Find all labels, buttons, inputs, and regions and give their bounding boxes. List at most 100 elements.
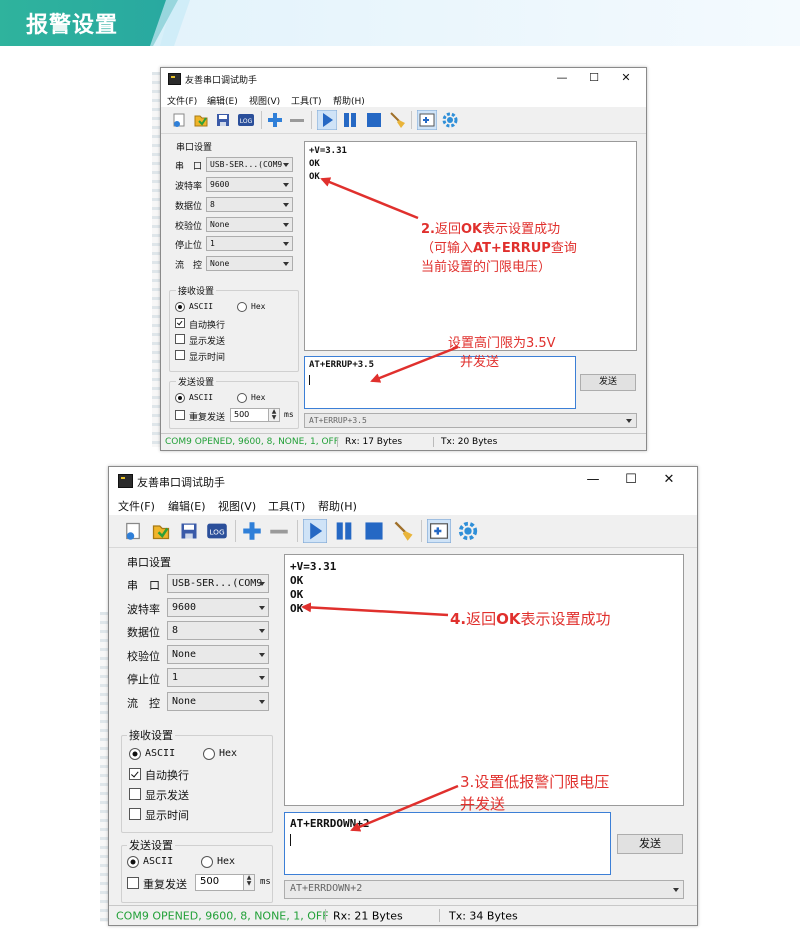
plus-icon[interactable]	[267, 112, 283, 128]
show-send-label: 显示发送	[145, 789, 189, 802]
stopbits-label: 停止位	[127, 673, 160, 686]
menu-file[interactable]: 文件(F)	[118, 498, 155, 514]
receive-line: OK	[309, 159, 320, 169]
log-icon[interactable]: LOG	[237, 111, 255, 129]
send-ascii-label: ASCII	[143, 856, 174, 867]
interval-input[interactable]: 500 ▲ ▼	[195, 874, 255, 891]
recv-ascii-label: ASCII	[145, 748, 176, 759]
annotation-step1-send: 并发送	[460, 355, 500, 370]
menu-tools[interactable]: 工具(T)	[291, 94, 322, 107]
send-hex-radio[interactable]	[237, 393, 247, 403]
menu-tools[interactable]: 工具(T)	[268, 498, 305, 514]
history-select[interactable]: AT+ERRUP+3.5	[304, 413, 637, 428]
baud-select[interactable]: 9600	[167, 598, 269, 617]
plus-icon[interactable]	[242, 521, 262, 541]
send-input[interactable]: AT+ERRUP+3.5	[304, 356, 576, 409]
close-button[interactable]: ✕	[611, 71, 641, 84]
auto-wrap-checkbox[interactable]	[175, 318, 185, 328]
minimize-button[interactable]: —	[575, 472, 611, 487]
send-hex-radio[interactable]	[201, 856, 213, 868]
annotation-step2: 2.返回OK表示设置成功	[421, 222, 561, 237]
open-file-icon[interactable]	[151, 521, 171, 541]
send-ascii-radio[interactable]	[127, 856, 139, 868]
maximize-button[interactable]: ☐	[579, 71, 609, 84]
maximize-button[interactable]: ☐	[613, 472, 649, 487]
send-ascii-radio[interactable]	[175, 393, 185, 403]
broom-icon[interactable]	[393, 520, 415, 542]
log-icon[interactable]: LOG	[206, 520, 228, 542]
auto-wrap-checkbox[interactable]	[129, 768, 141, 780]
show-send-checkbox[interactable]	[175, 334, 185, 344]
stopbits-select[interactable]: 1	[206, 236, 293, 251]
recv-hex-radio[interactable]	[237, 302, 247, 312]
pause-icon[interactable]	[333, 520, 355, 542]
send-button[interactable]: 发送	[580, 374, 636, 391]
app-icon	[118, 474, 133, 488]
pause-icon[interactable]	[341, 111, 359, 129]
gear-icon[interactable]	[441, 111, 459, 129]
repeat-send-checkbox[interactable]	[127, 877, 139, 889]
parity-select[interactable]: None	[167, 645, 269, 664]
save-icon[interactable]	[215, 112, 231, 128]
layout-icon[interactable]	[417, 110, 437, 130]
port-select[interactable]: USB-SER...(COM9	[167, 574, 269, 593]
status-separator	[439, 909, 440, 922]
show-send-label: 显示发送	[189, 337, 226, 347]
minus-icon[interactable]	[269, 521, 289, 541]
menu-view[interactable]: 视图(V)	[218, 498, 256, 514]
flow-select[interactable]: None	[206, 256, 293, 271]
toolbar-separator	[261, 111, 262, 129]
port-select[interactable]: USB-SER...(COM9	[206, 157, 293, 172]
parity-select[interactable]: None	[206, 217, 293, 232]
send-hex-label: Hex	[217, 856, 236, 867]
play-icon[interactable]	[317, 110, 337, 130]
menu-edit[interactable]: 编辑(E)	[207, 94, 238, 107]
send-input[interactable]: AT+ERRDOWN+2	[284, 812, 611, 875]
save-icon[interactable]	[179, 521, 199, 541]
stop-icon[interactable]	[365, 111, 383, 129]
menu-view[interactable]: 视图(V)	[249, 94, 280, 107]
menu-edit[interactable]: 编辑(E)	[168, 498, 206, 514]
send-text: AT+ERRDOWN+2	[290, 817, 370, 830]
auto-wrap-label: 自动换行	[189, 321, 226, 331]
broom-icon[interactable]	[389, 111, 407, 129]
spin-arrows-icon[interactable]: ▲ ▼	[268, 409, 279, 421]
databits-select[interactable]: 8	[206, 197, 293, 212]
new-file-icon[interactable]	[171, 112, 187, 128]
minus-icon[interactable]	[289, 112, 305, 128]
recv-ascii-radio[interactable]	[129, 748, 141, 760]
serial-settings-title: 串口设置	[176, 143, 213, 153]
stopbits-select[interactable]: 1	[167, 668, 269, 687]
layout-icon[interactable]	[427, 519, 451, 543]
baud-select[interactable]: 9600	[206, 177, 293, 192]
close-button[interactable]: ✕	[651, 472, 687, 487]
minimize-button[interactable]: —	[547, 71, 577, 84]
history-select[interactable]: AT+ERRDOWN+2	[284, 880, 684, 899]
toolbar: LOG	[109, 515, 697, 548]
repeat-send-checkbox[interactable]	[175, 410, 185, 420]
gear-icon[interactable]	[457, 520, 479, 542]
interval-input[interactable]: 500 ▲ ▼	[230, 408, 280, 422]
menu-help[interactable]: 帮助(H)	[318, 498, 357, 514]
play-icon[interactable]	[303, 519, 327, 543]
databits-select[interactable]: 8	[167, 621, 269, 640]
menu-help[interactable]: 帮助(H)	[333, 94, 365, 107]
show-time-checkbox[interactable]	[175, 350, 185, 360]
new-file-icon[interactable]	[123, 521, 143, 541]
show-time-checkbox[interactable]	[129, 808, 141, 820]
annotation-step2-hint2: 当前设置的门限电压）	[421, 260, 552, 275]
databits-label: 数据位	[127, 626, 160, 639]
open-file-icon[interactable]	[193, 112, 209, 128]
send-settings-title: 发送设置	[176, 375, 217, 388]
recv-ascii-radio[interactable]	[175, 302, 185, 312]
flow-select[interactable]: None	[167, 692, 269, 711]
recv-hex-radio[interactable]	[203, 748, 215, 760]
stop-icon[interactable]	[363, 520, 385, 542]
show-send-checkbox[interactable]	[129, 788, 141, 800]
spin-arrows-icon[interactable]: ▲ ▼	[243, 875, 254, 890]
receive-area[interactable]: +V=3.31 OK OK OK	[284, 554, 684, 806]
send-button[interactable]: 发送	[617, 834, 683, 854]
toolbar-separator	[235, 520, 236, 542]
background-window-edge	[100, 612, 108, 922]
menu-file[interactable]: 文件(F)	[167, 94, 197, 107]
